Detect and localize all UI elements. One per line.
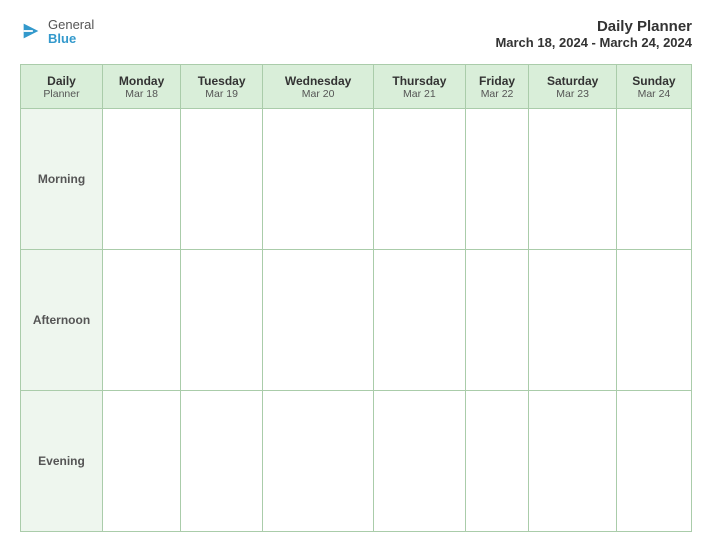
general-blue-icon — [20, 20, 42, 42]
cell-afternoon-saturday[interactable] — [529, 250, 617, 391]
column-header-wednesday: Wednesday Mar 20 — [263, 65, 374, 109]
cell-evening-wednesday[interactable] — [263, 391, 374, 532]
column-header-friday: Friday Mar 22 — [465, 65, 529, 109]
cell-morning-thursday[interactable] — [374, 109, 466, 250]
title-area: Daily Planner March 18, 2024 - March 24,… — [495, 18, 692, 50]
column-header-saturday: Saturday Mar 23 — [529, 65, 617, 109]
row-label-afternoon: Afternoon — [21, 250, 103, 391]
cell-morning-wednesday[interactable] — [263, 109, 374, 250]
column-header-thursday: Thursday Mar 21 — [374, 65, 466, 109]
page: General Blue Daily Planner March 18, 202… — [0, 0, 712, 550]
cell-afternoon-wednesday[interactable] — [263, 250, 374, 391]
cell-evening-tuesday[interactable] — [181, 391, 263, 532]
table-row-afternoon: Afternoon — [21, 250, 692, 391]
row-label-evening: Evening — [21, 391, 103, 532]
column-header-tuesday: Tuesday Mar 19 — [181, 65, 263, 109]
table-row-evening: Evening — [21, 391, 692, 532]
table-header-row: Daily Planner Monday Mar 18 Tuesday Mar … — [21, 65, 692, 109]
column-header-monday: Monday Mar 18 — [103, 65, 181, 109]
logo-text: General Blue — [48, 18, 94, 47]
cell-afternoon-friday[interactable] — [465, 250, 529, 391]
column-header-label: Daily Planner — [21, 65, 103, 109]
cell-morning-friday[interactable] — [465, 109, 529, 250]
row-label-morning: Morning — [21, 109, 103, 250]
label-planner: Planner — [23, 88, 100, 100]
column-header-sunday: Sunday Mar 24 — [616, 65, 691, 109]
logo-blue: Blue — [48, 32, 94, 46]
logo-general: General — [48, 18, 94, 32]
cell-morning-tuesday[interactable] — [181, 109, 263, 250]
cell-evening-saturday[interactable] — [529, 391, 617, 532]
planner-title: Daily Planner — [495, 18, 692, 35]
cell-afternoon-monday[interactable] — [103, 250, 181, 391]
cell-evening-thursday[interactable] — [374, 391, 466, 532]
cell-afternoon-thursday[interactable] — [374, 250, 466, 391]
header: General Blue Daily Planner March 18, 202… — [20, 18, 692, 50]
label-daily: Daily — [23, 74, 100, 88]
cell-morning-saturday[interactable] — [529, 109, 617, 250]
cell-evening-friday[interactable] — [465, 391, 529, 532]
logo-area: General Blue — [20, 18, 94, 47]
cell-morning-monday[interactable] — [103, 109, 181, 250]
cell-evening-sunday[interactable] — [616, 391, 691, 532]
cell-afternoon-tuesday[interactable] — [181, 250, 263, 391]
cell-evening-monday[interactable] — [103, 391, 181, 532]
planner-date-range: March 18, 2024 - March 24, 2024 — [495, 35, 692, 50]
table-row-morning: Morning — [21, 109, 692, 250]
cell-afternoon-sunday[interactable] — [616, 250, 691, 391]
planner-table: Daily Planner Monday Mar 18 Tuesday Mar … — [20, 64, 692, 532]
cell-morning-sunday[interactable] — [616, 109, 691, 250]
